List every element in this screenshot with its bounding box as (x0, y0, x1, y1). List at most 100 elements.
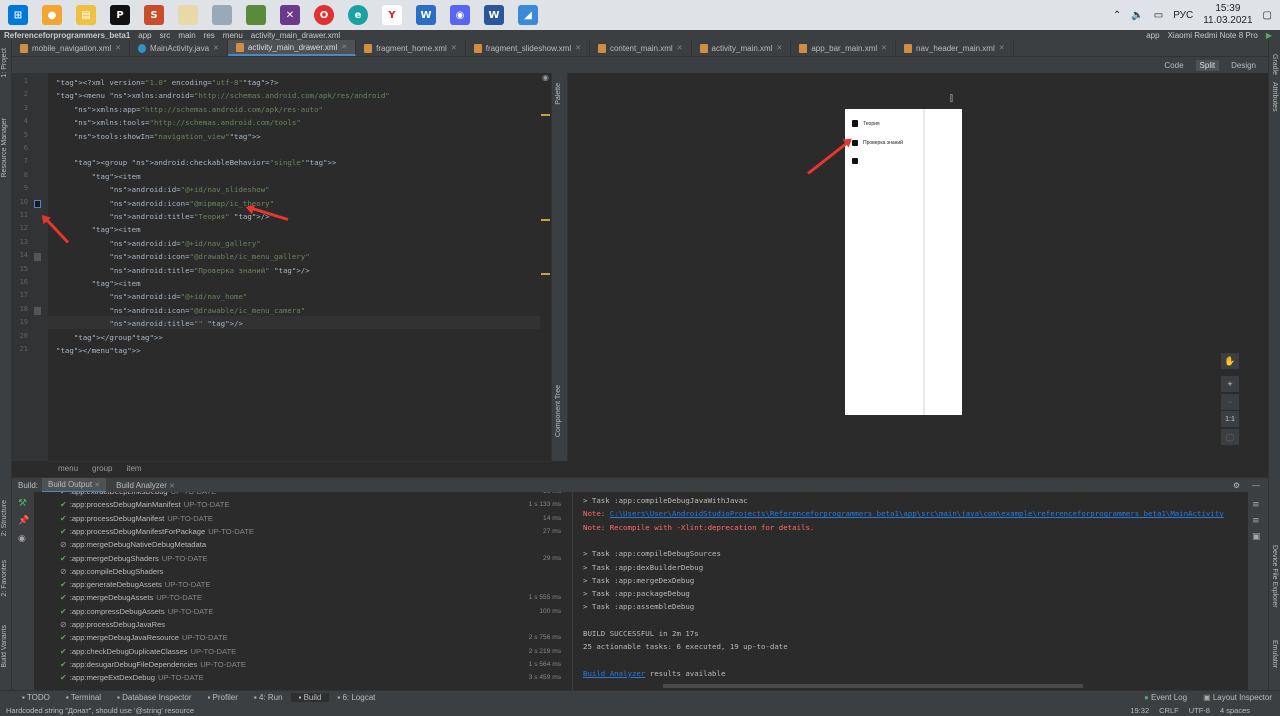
tab-fragment-home[interactable]: fragment_home.xml ✕ (356, 40, 466, 56)
breadcrumb-group[interactable]: group (92, 464, 112, 473)
nav-project[interactable]: Referenceforprogrammers_beta1 (4, 31, 130, 40)
build-task-row[interactable]: ✔:app:mergeExtDexDebug UP-TO-DATE (60, 673, 204, 682)
build-task-row[interactable]: ⊘:app:processDebugJavaRes (60, 620, 168, 629)
nav-file[interactable]: activity_main_drawer.xml (251, 31, 340, 40)
build-variants-tool-tab[interactable]: Build Variants (1, 625, 8, 668)
code-line[interactable]: "ns">tools:showIn="navigation_view""tag"… (56, 131, 261, 143)
minimize-icon[interactable]: — (1252, 481, 1260, 490)
status-message[interactable]: Hardcoded string "Донат", should use '@s… (6, 706, 194, 715)
theory-gutter-icon[interactable] (34, 199, 41, 208)
close-icon[interactable]: ✕ (169, 483, 175, 490)
tool-tab-todo[interactable]: ▪ TODO (14, 693, 58, 702)
tab-fragment-slideshow[interactable]: fragment_slideshow.xml ✕ (466, 40, 590, 56)
tool-tab-profiler[interactable]: ▪ Profiler (199, 693, 245, 702)
build-task-row[interactable]: ✔:app:desugarDebugFileDependencies UP-TO-… (60, 660, 246, 669)
code-line[interactable]: "ns">android:title="Теория" "tag">/> (56, 211, 269, 223)
code-line[interactable]: "tag"><menu "ns">xmlns:android="http://s… (56, 90, 390, 102)
language-indicator[interactable]: РУС (1173, 10, 1193, 21)
app-w-icon[interactable]: W (416, 5, 436, 25)
wrap-icon[interactable]: ≡ (1252, 500, 1260, 510)
close-icon[interactable]: ✕ (341, 43, 347, 51)
gradle-tool-tab[interactable]: Gradle (1271, 54, 1278, 75)
notes-icon[interactable] (178, 5, 198, 25)
project-tool-tab[interactable]: 1: Project (1, 48, 8, 78)
build-task-row[interactable]: ✔:app:generateDebugAssets UP-TO-DATE (60, 580, 210, 589)
tab-mobile-navigation[interactable]: mobile_navigation.xml ✕ (12, 40, 131, 56)
tab-activity-main-drawer[interactable]: activity_main_drawer.xml ✕ (227, 40, 357, 56)
palette-tab[interactable]: Palette (555, 83, 562, 105)
event-log-tab[interactable]: ● Event Log (1136, 693, 1195, 702)
code-line[interactable]: "ns">xmlns:app="http://schemas.android.c… (56, 104, 323, 116)
warning-marker[interactable] (541, 273, 550, 275)
breadcrumb-menu[interactable]: menu (58, 464, 78, 473)
code-line[interactable]: "ns">android:icon="@drawable/ic_menu_cam… (56, 305, 305, 317)
file-encoding[interactable]: UTF-8 (1189, 706, 1210, 715)
tool-tab-6-logcat[interactable]: ▪ 6: Logcat (329, 693, 383, 702)
structure-tool-tab[interactable]: 2: Structure (1, 500, 8, 536)
game-icon[interactable]: ✕ (280, 5, 300, 25)
zoom-fit-icon[interactable]: ▢ (1221, 429, 1239, 445)
build-task-row[interactable]: ✔:app:mergeDebugShaders UP-TO-DATE (60, 554, 207, 563)
build-task-row[interactable]: ⊘:app:mergeDebugNativeDebugMetadata (60, 540, 209, 549)
battery-icon[interactable]: ▭ (1154, 10, 1163, 21)
pin-icon[interactable]: ⫿ (950, 94, 953, 104)
code-line[interactable]: "ns">android:id="@+id/nav_gallery" (56, 238, 260, 250)
gallery-gutter-icon[interactable] (34, 253, 41, 262)
pin-icon[interactable]: 📌 (18, 516, 29, 526)
build-task-row[interactable]: ⊘:app:compileDebugShaders (60, 567, 166, 576)
run-icon[interactable]: ▶ (1266, 31, 1272, 40)
preview-menu-item[interactable] (852, 158, 863, 164)
run-config-select[interactable]: app (1146, 31, 1159, 40)
preview-menu-item[interactable]: Проверка знаний (852, 140, 903, 146)
split-mode-button[interactable]: Split (1195, 59, 1220, 71)
volume-icon[interactable]: 🔈 (1131, 10, 1143, 21)
favorites-tool-tab[interactable]: 2: Favorites (1, 560, 8, 597)
tab-nav-header-main[interactable]: nav_header_main.xml ✕ (896, 40, 1014, 56)
code-line[interactable]: "ns">android:icon="@drawable/ic_menu_gal… (56, 251, 309, 263)
attributes-tool-tab[interactable]: Attributes (1271, 82, 1278, 112)
build-analyzer-link[interactable]: Build Analyzer (583, 669, 645, 678)
device-file-explorer-tool-tab[interactable]: Device File Explorer (1271, 545, 1278, 608)
code-editor[interactable]: "tag"><?xml version="1.0" encoding="utf-… (48, 73, 551, 461)
component-tree-tab[interactable]: Component Tree (555, 385, 562, 437)
close-icon[interactable]: ✕ (115, 44, 121, 52)
android-studio-taskbar-icon[interactable]: ◢ (518, 5, 538, 25)
layout-inspector-tab[interactable]: ▣ Layout Inspector (1195, 693, 1280, 702)
build-analyzer-tab[interactable]: Build Analyzer ✕ (110, 479, 181, 492)
line-separator[interactable]: CRLF (1159, 706, 1179, 715)
pan-hand-icon[interactable]: ✋ (1221, 353, 1239, 369)
warning-marker[interactable] (541, 114, 550, 116)
scroll-icon[interactable]: ≡ (1252, 516, 1260, 526)
code-line[interactable]: "tag"></group"tag">> (56, 332, 163, 344)
minecraft-icon[interactable] (246, 5, 266, 25)
discord-icon[interactable]: ◉ (450, 5, 470, 25)
network-icon[interactable] (212, 5, 232, 25)
code-line[interactable]: "ns">android:id="@+id/nav_home" (56, 291, 247, 303)
code-mode-button[interactable]: Code (1160, 60, 1187, 71)
breadcrumb-item[interactable]: item (126, 464, 141, 473)
zoom-out-button[interactable]: − (1221, 394, 1239, 410)
code-line[interactable]: "tag"><?xml version="1.0" encoding="utf-… (56, 77, 279, 89)
yandex-icon[interactable]: Y (382, 5, 402, 25)
close-icon[interactable]: ✕ (575, 44, 581, 52)
tab-app-bar-main[interactable]: app_bar_main.xml ✕ (791, 40, 897, 56)
build-task-row[interactable]: ✔:app:mergeDebugAssets UP-TO-DATE (60, 593, 202, 602)
gear-icon[interactable]: ⚙ (1233, 481, 1240, 490)
build-output-tab[interactable]: Build Output ✕ (42, 477, 107, 493)
close-icon[interactable]: ✕ (677, 44, 683, 52)
zoom-in-button[interactable]: + (1221, 376, 1239, 392)
close-icon[interactable]: ✕ (999, 44, 1005, 52)
tool-tab-4-run[interactable]: ▪ 4: Run (246, 693, 291, 702)
close-icon[interactable]: ✕ (776, 44, 782, 52)
build-task-row[interactable]: ✔:app:mergeDebugJavaResource UP-TO-DATE (60, 633, 228, 642)
code-line[interactable]: "ns">android:title="Проверка знаний" "ta… (56, 265, 309, 277)
start-icon[interactable]: ⊞ (8, 5, 28, 25)
build-task-row[interactable]: ✔:app:checkDebugDuplicateClasses UP-TO-DA… (60, 647, 236, 656)
tool-tab-database-inspector[interactable]: ▪ Database Inspector (109, 693, 199, 702)
nav-menu[interactable]: menu (223, 31, 243, 40)
close-icon[interactable]: ✕ (451, 44, 457, 52)
notifications-icon[interactable]: ▢ (1263, 10, 1272, 21)
zoom-actual-button[interactable]: 1:1 (1221, 411, 1239, 427)
horizontal-scrollbar[interactable] (663, 684, 1083, 688)
build-task-row[interactable]: ✔:app:processDebugManifest UP-TO-DATE (60, 514, 213, 523)
